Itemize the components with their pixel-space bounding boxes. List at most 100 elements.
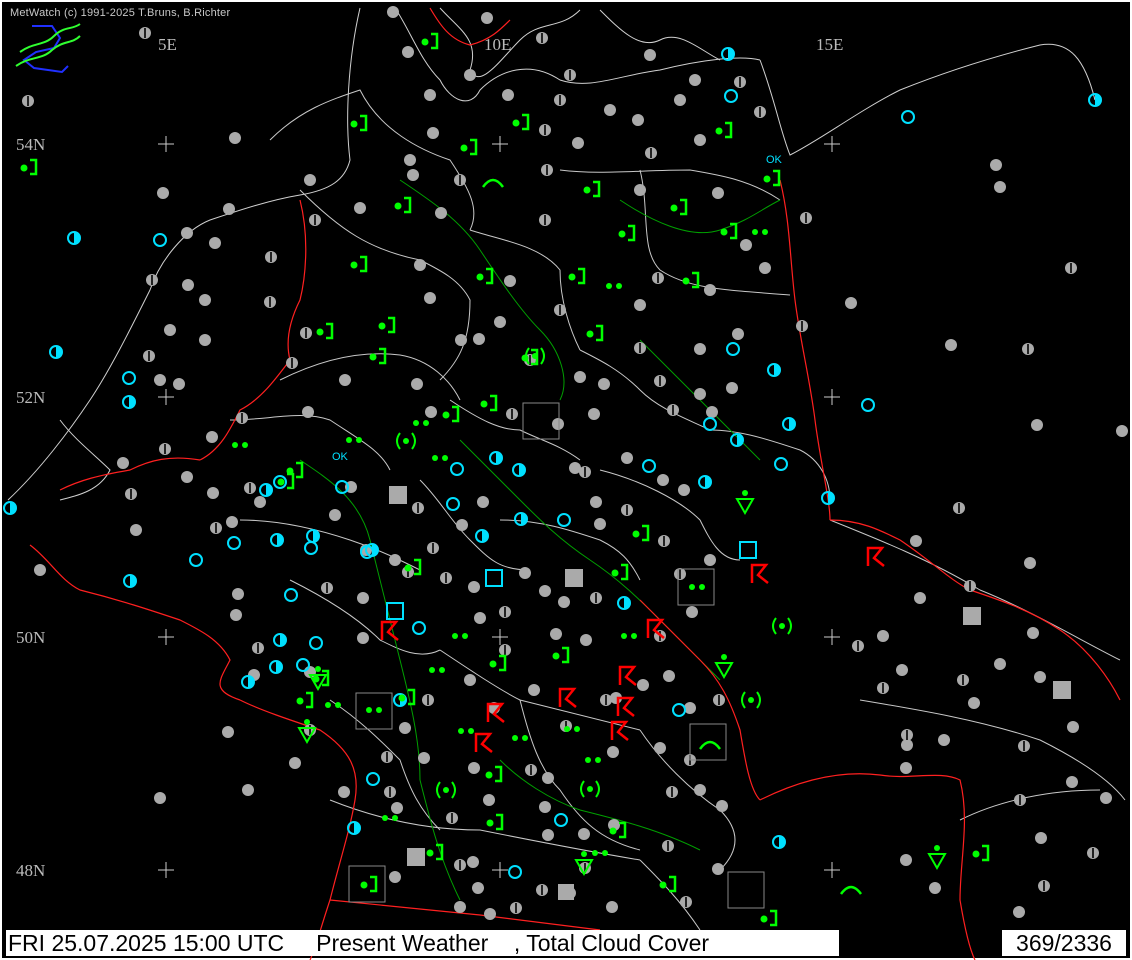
- weather-symbol-rain-6: [763, 169, 781, 187]
- station-marker-34: [634, 184, 646, 196]
- weather-map-viewer: 5E 10E 15E 54N 52N 50N 48N OK OK MetWatc…: [0, 0, 1132, 960]
- lat-label-54n: 54N: [16, 135, 45, 154]
- station-marker-94: [207, 487, 219, 499]
- weather-symbol-paren-1: [741, 691, 761, 709]
- station-marker-136: [464, 674, 476, 686]
- station-marker-146: [654, 742, 666, 754]
- station-marker-202: [994, 658, 1006, 670]
- station-marker-40: [414, 259, 426, 271]
- station-marker-149: [289, 757, 301, 769]
- weather-symbol-rain-27: [632, 524, 650, 542]
- station-marker-182: [484, 908, 496, 920]
- station-marker-64: [154, 374, 166, 386]
- station-marker-31: [354, 202, 366, 214]
- weather-symbol-thunderstorm-0: [750, 563, 769, 584]
- station-marker-97: [477, 496, 489, 508]
- weather-symbol-paren-3: [772, 617, 792, 635]
- stations-cloud-cover-gray: [22, 6, 1128, 920]
- station-cyan-3: [724, 89, 738, 103]
- metwatch-logo-icon: [15, 23, 81, 74]
- station-marker-16: [229, 132, 241, 144]
- weather-symbol-rain-17: [378, 316, 396, 334]
- station-marker-56: [199, 334, 211, 346]
- station-cyan-13: [703, 417, 717, 431]
- station-marker-46: [182, 279, 194, 291]
- station-marker-80: [588, 408, 600, 420]
- station-cyan-49: [554, 813, 568, 827]
- station-marker-166: [539, 801, 551, 813]
- weather-symbol-paren-4: [436, 781, 456, 799]
- weather-symbol-thunderstorm-9: [380, 620, 399, 641]
- weather-symbol-drizzle-10: [512, 735, 528, 741]
- weather-symbol-rain-13: [476, 267, 494, 285]
- station-marker-7: [644, 49, 656, 61]
- station-marker-71: [598, 378, 610, 390]
- weather-map[interactable]: 5E 10E 15E 54N 52N 50N 48N OK OK: [0, 0, 1132, 960]
- station-cyan-39: [412, 621, 426, 635]
- station-marker-98: [590, 496, 602, 508]
- station-marker-23: [404, 154, 416, 166]
- station-marker-190: [1031, 419, 1043, 431]
- weather-symbol-rain-12: [350, 255, 368, 273]
- weather-symbol-rain-30: [296, 691, 314, 709]
- station-marker-119: [468, 581, 480, 593]
- weather-symbol-drizzle-15: [689, 584, 705, 590]
- station-cyan-41: [309, 636, 323, 650]
- station-cyan-15: [774, 457, 788, 471]
- weather-symbol-shower-5: [927, 845, 947, 871]
- station-marker-61: [694, 343, 706, 355]
- station-marker-109: [34, 564, 46, 576]
- credit-text: MetWatch (c) 1991-2025 T.Bruns, B.Richte…: [10, 7, 231, 19]
- station-marker-196: [914, 592, 926, 604]
- station-marker-125: [230, 609, 242, 621]
- weather-symbol-drizzle-3: [606, 283, 622, 289]
- station-marker-44: [759, 262, 771, 274]
- weather-symbol-rain-10: [618, 224, 636, 242]
- station-square-small-0: [558, 884, 574, 900]
- weather-symbol-drizzle-0: [232, 442, 248, 448]
- weather-symbol-drizzle-13: [585, 757, 601, 763]
- station-marker-220: [1013, 906, 1025, 918]
- station-marker-155: [607, 746, 619, 758]
- station-marker-160: [391, 802, 403, 814]
- weather-symbol-drizzle-12: [382, 815, 398, 821]
- station-marker-164: [716, 800, 728, 812]
- station-marker-28: [157, 187, 169, 199]
- weather-symbol-thunderstorm-8: [474, 732, 493, 753]
- station-marker-173: [467, 856, 479, 868]
- station-marker-215: [1035, 832, 1047, 844]
- station-marker-55: [164, 324, 176, 336]
- stations-present-weather: [20, 32, 990, 927]
- station-marker-83: [206, 431, 218, 443]
- weather-symbol-drizzle-1: [413, 420, 429, 426]
- station-marker-212: [1066, 776, 1078, 788]
- national-borders-layer: [29, 7, 1121, 960]
- station-marker-103: [226, 516, 238, 528]
- footer-product: Present Weather: [316, 930, 489, 956]
- region-boundaries-layer: [229, 89, 1126, 931]
- station-marker-133: [663, 670, 675, 682]
- station-marker-188: [945, 339, 957, 351]
- station-marker-214: [1100, 792, 1112, 804]
- station-marker-205: [968, 697, 980, 709]
- station-marker-163: [694, 784, 706, 796]
- station-cyan-51: [508, 865, 522, 879]
- weather-symbol-rain-3: [460, 138, 478, 156]
- station-marker-26: [407, 169, 419, 181]
- station-marker-8: [689, 74, 701, 86]
- weather-symbol-paren-2: [580, 780, 600, 798]
- station-marker-206: [1067, 721, 1079, 733]
- station-cyan-17: [642, 459, 656, 473]
- station-marker-92: [657, 474, 669, 486]
- station-marker-43: [740, 239, 752, 251]
- station-marker-38: [209, 237, 221, 249]
- station-marker-74: [726, 382, 738, 394]
- station-marker-77: [425, 406, 437, 418]
- station-cyan-31: [304, 541, 318, 555]
- weather-symbol-rain-34: [486, 813, 504, 831]
- station-marker-5: [464, 69, 476, 81]
- station-marker-211: [900, 762, 912, 774]
- weather-symbol-drizzle-4: [752, 229, 768, 235]
- weather-symbol-rain-29: [552, 646, 570, 664]
- station-marker-184: [994, 181, 1006, 193]
